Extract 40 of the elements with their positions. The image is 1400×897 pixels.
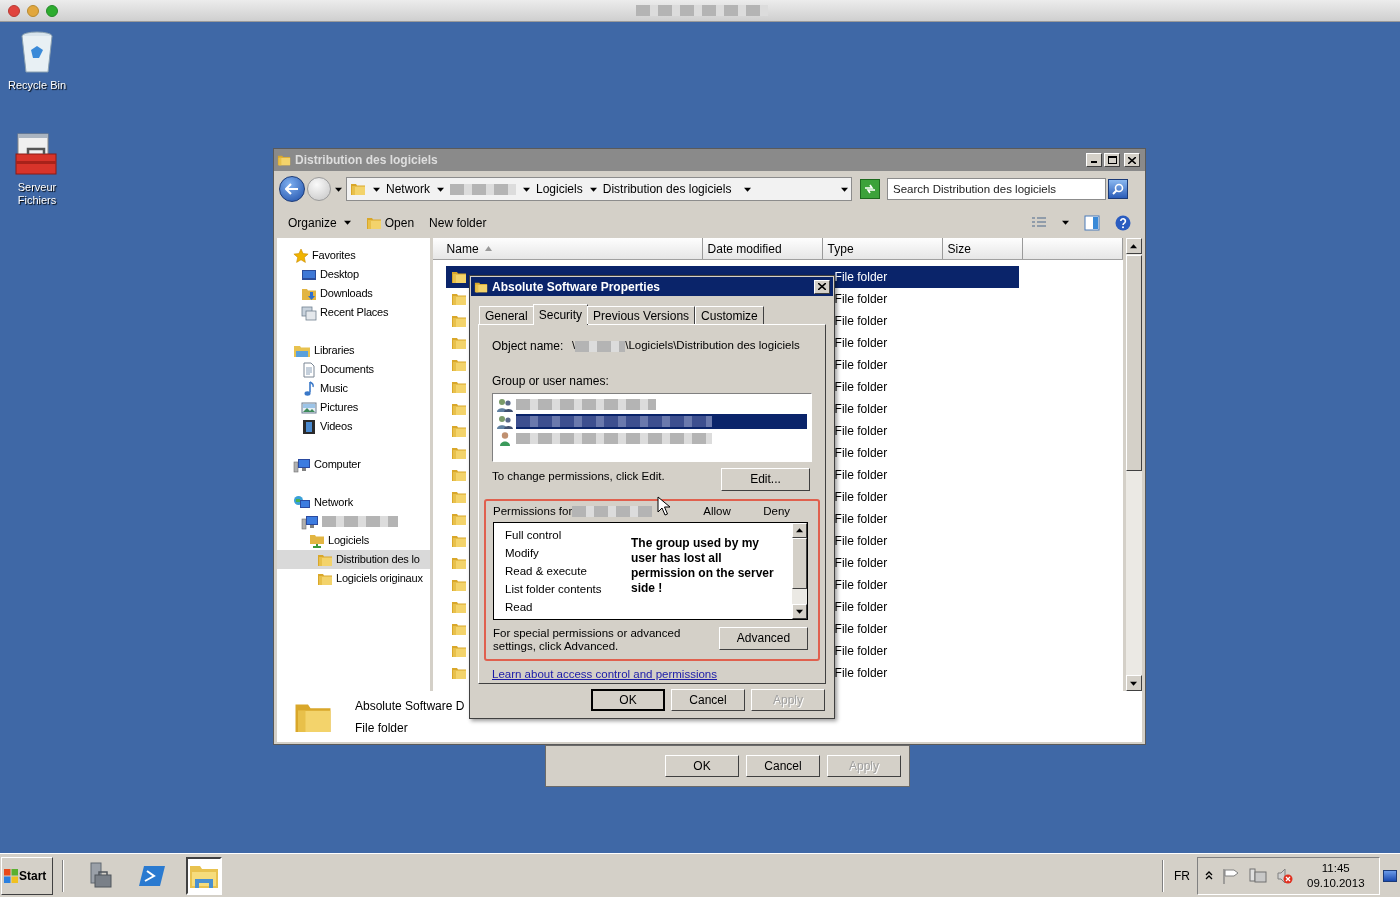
permission-label: Read & execute [505,563,588,579]
type-cell-text: File folder [834,269,888,286]
type-cell-text: File folder [834,291,888,308]
annotation-text: The group used by my user has lost all permission on the server side ! [631,535,775,596]
item-type: File folder [355,719,409,737]
hint-text: For special permissions or advanced settings, click Advanced. [493,626,682,653]
permission-label: Read [505,599,534,615]
type-cell-text: File folder [834,313,888,330]
type-cell-text: File folder [834,511,888,528]
type-cell-text: File folder [834,423,888,440]
type-cell-text: File folder [834,489,888,506]
object-path: \ [572,338,576,354]
type-cell-text: File folder [834,401,888,418]
item-name: Absolute Software D [355,697,465,715]
field-label: Group or user names: [491,373,610,390]
field-label: Permissions for [493,504,573,519]
object-path: \Logiciels\Distribution des logiciels [625,338,800,354]
permission-label: List folder contents [505,581,603,597]
type-cell-text: File folder [834,555,888,572]
window-title: Distribution des logiciels [295,152,439,169]
permission-label: Full control [505,527,563,543]
type-cell-text: File folder [834,577,888,594]
type-cell-text: File folder [834,335,888,352]
type-cell-text: File folder [834,599,888,616]
permission-label: Modify [505,545,540,561]
type-cell-text: File folder [834,643,888,660]
clock-date: 09.10.2013 [1307,875,1365,891]
type-cell-text: File folder [834,621,888,638]
type-cell-text: File folder [834,379,888,396]
hint-text: To change permissions, click Edit. [492,468,665,484]
type-cell-text: File folder [834,467,888,484]
type-cell-text: File folder [834,357,888,374]
column-label: Deny [763,504,791,519]
type-cell-text: File folder [834,533,888,550]
column-label: Allow [703,504,732,519]
type-cell-text: File folder [834,445,888,462]
field-label: Object name: [492,338,565,355]
dialog-title: Absolute Software Properties [492,278,662,296]
type-cell-text: File folder [834,665,888,682]
clock-time: 11:45 [1321,860,1350,876]
